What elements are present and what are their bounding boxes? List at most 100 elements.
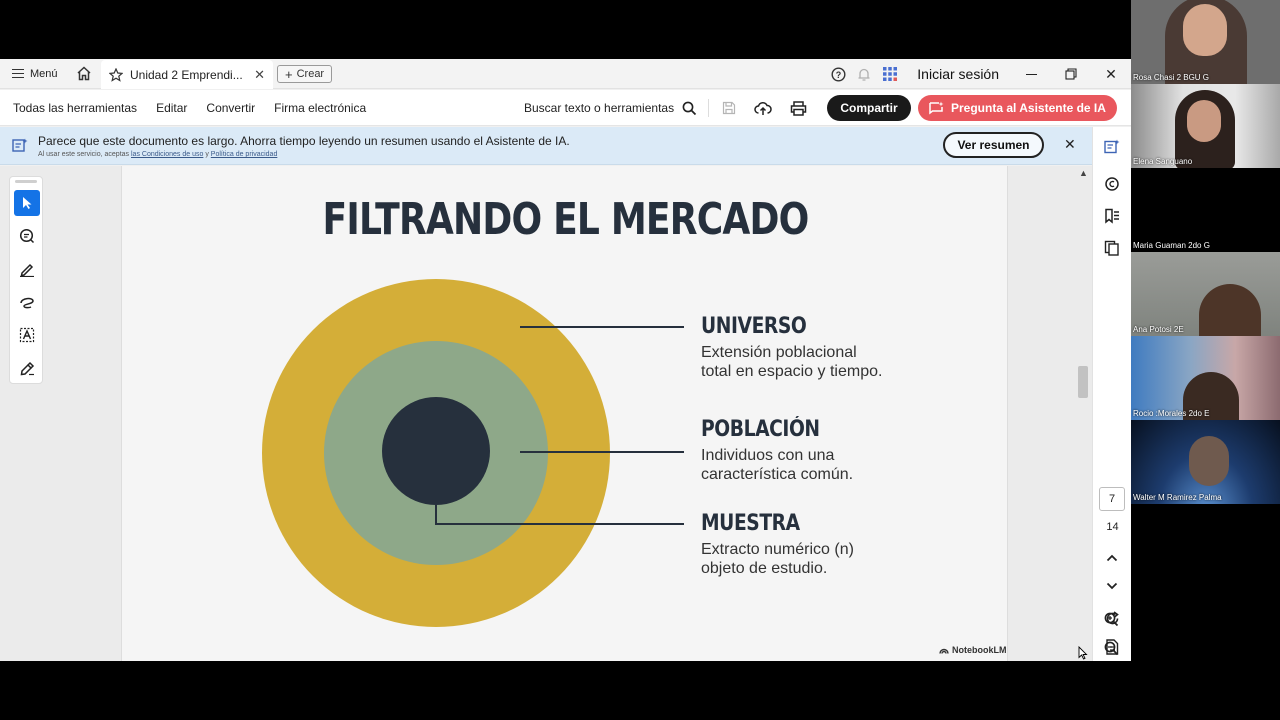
all-tools-link[interactable]: Todas las herramientas	[13, 101, 137, 115]
star-icon[interactable]	[109, 67, 123, 82]
universe-heading: UNIVERSO	[701, 314, 807, 339]
banner-terms-prefix: Al usar este servicio, aceptas	[38, 151, 130, 158]
sign-tool[interactable]	[14, 355, 40, 381]
universe-description: Extensión poblacional total en espacio y…	[701, 343, 882, 381]
banner-terms: Al usar este servicio, aceptas las Condi…	[38, 151, 277, 158]
population-description: Individuos con una característica común.	[701, 446, 853, 484]
previous-page-button[interactable]	[1101, 547, 1123, 569]
tab-title: Unidad 2 Emprendi...	[130, 67, 243, 82]
text-box-icon	[19, 327, 35, 343]
participant-face	[1187, 100, 1221, 142]
participant-tile[interactable]: Walter M Ramirez Palma	[1131, 420, 1280, 504]
zoom-out-icon	[1104, 641, 1118, 655]
cursor-arrow-icon	[23, 197, 32, 209]
comment-tool[interactable]	[14, 223, 40, 249]
help-icon: ?	[831, 66, 846, 82]
banner-message: Parece que este documento es largo. Ahor…	[38, 134, 570, 148]
menu-button[interactable]: Menú	[0, 59, 70, 89]
participant-tile[interactable]: Elena Sanguano	[1131, 84, 1280, 168]
home-button[interactable]	[70, 59, 98, 89]
title-bar: Menú Unidad 2 Emprendi... ✕ + Crear ? In…	[0, 59, 1131, 89]
screen: Menú Unidad 2 Emprendi... ✕ + Crear ? In…	[0, 0, 1280, 720]
close-tab-icon[interactable]: ✕	[254, 67, 265, 83]
esign-link[interactable]: Firma electrónica	[274, 101, 366, 115]
sample-description: Extracto numérico (n) objeto de estudio.	[701, 540, 854, 578]
apps-button[interactable]	[877, 59, 903, 89]
ai-summary-panel-button[interactable]	[1101, 136, 1123, 158]
bell-icon	[858, 68, 870, 81]
cloud-upload-icon	[754, 101, 772, 115]
search-tools-button[interactable]: Buscar texto o herramientas	[524, 90, 697, 126]
save-button[interactable]	[720, 99, 738, 117]
help-button[interactable]: ?	[825, 59, 851, 89]
ai-assistant-button[interactable]: Pregunta al Asistente de IA	[918, 95, 1117, 121]
toolbar-grip[interactable]	[15, 180, 37, 183]
participant-tile[interactable]: Maria Guaman 2do G	[1131, 168, 1280, 252]
ai-assistant-icon	[929, 101, 944, 115]
home-icon	[77, 66, 91, 81]
chevron-up-icon	[1106, 554, 1118, 562]
universe-desc-line1: Extensión poblacional	[701, 344, 857, 361]
upload-cloud-button[interactable]	[754, 99, 772, 117]
create-label: Crear	[296, 68, 325, 80]
titlebar-right: ? Iniciar sesión ✕	[825, 59, 1131, 89]
document-tab[interactable]: Unidad 2 Emprendi... ✕	[101, 60, 273, 89]
participants-panel: Rosa Chasi 2 BGU G Elena Sanguano Maria …	[1131, 0, 1280, 505]
right-panel-rail: 7 14	[1092, 127, 1131, 661]
convert-link[interactable]: Convertir	[206, 101, 255, 115]
zoom-in-button[interactable]	[1100, 608, 1122, 630]
hamburger-icon	[12, 69, 24, 78]
search-tools-label: Buscar texto o herramientas	[524, 101, 675, 115]
banner-close-icon[interactable]: ✕	[1064, 136, 1076, 153]
scrollbar-thumb[interactable]	[1078, 366, 1088, 398]
total-pages: 14	[1106, 521, 1119, 533]
apps-grid-icon	[883, 67, 898, 81]
sample-heading: MUESTRA	[701, 511, 800, 536]
highlight-tool[interactable]	[14, 256, 40, 282]
scroll-up-icon[interactable]: ▲	[1079, 168, 1088, 178]
edit-link[interactable]: Editar	[156, 101, 187, 115]
ai-assistant-label: Pregunta al Asistente de IA	[951, 101, 1106, 115]
print-button[interactable]	[789, 99, 807, 117]
close-window-button[interactable]: ✕	[1091, 59, 1131, 89]
view-summary-button[interactable]: Ver resumen	[943, 132, 1044, 158]
bookmarks-panel-button[interactable]	[1101, 205, 1123, 227]
population-heading: POBLACIÓN	[701, 417, 820, 442]
quick-tools-bar	[9, 176, 43, 384]
next-page-button[interactable]	[1101, 575, 1123, 597]
privacy-policy-link[interactable]: Política de privacidad	[211, 151, 278, 158]
participant-name: Maria Guaman 2do G	[1133, 241, 1210, 250]
bookmark-icon	[1105, 208, 1119, 224]
comment-icon	[1105, 177, 1119, 191]
search-icon	[682, 101, 697, 115]
terms-of-use-link[interactable]: las Condiciones de uso	[131, 151, 203, 158]
acrobat-window: Menú Unidad 2 Emprendi... ✕ + Crear ? In…	[0, 59, 1131, 661]
restore-button[interactable]	[1051, 59, 1091, 89]
text-tool[interactable]	[14, 322, 40, 348]
freehand-icon	[20, 297, 34, 309]
select-tool[interactable]	[14, 190, 40, 216]
draw-tool[interactable]	[14, 289, 40, 315]
signin-button[interactable]: Iniciar sesión	[903, 66, 1011, 82]
printer-icon	[790, 100, 806, 116]
current-page-input[interactable]: 7	[1099, 487, 1125, 511]
minimize-icon	[1025, 73, 1037, 75]
pages-panel-button[interactable]	[1101, 237, 1123, 259]
toolbar-divider	[708, 99, 709, 117]
participant-tile[interactable]: Ana Potosi 2E	[1131, 252, 1280, 336]
participant-name: Walter M Ramirez Palma	[1133, 493, 1222, 502]
comment-icon	[19, 228, 35, 244]
vertical-scrollbar[interactable]: ▲	[1075, 166, 1092, 661]
share-button[interactable]: Compartir	[827, 95, 911, 121]
universe-desc-line2: total en espacio y tiempo.	[701, 363, 883, 380]
participant-name: Rosa Chasi 2 BGU G	[1133, 73, 1210, 82]
create-button[interactable]: + Crear	[277, 65, 333, 83]
sample-circle	[382, 397, 490, 505]
zoom-out-button[interactable]	[1100, 638, 1122, 658]
notifications-button[interactable]	[851, 59, 877, 89]
minimize-button[interactable]	[1011, 59, 1051, 89]
comments-panel-button[interactable]	[1101, 173, 1123, 195]
population-desc-line1: Individuos con una	[701, 447, 835, 464]
participant-tile[interactable]: Rosa Chasi 2 BGU G	[1131, 0, 1280, 84]
participant-tile[interactable]: Rocio :Morales 2do E	[1131, 336, 1280, 420]
